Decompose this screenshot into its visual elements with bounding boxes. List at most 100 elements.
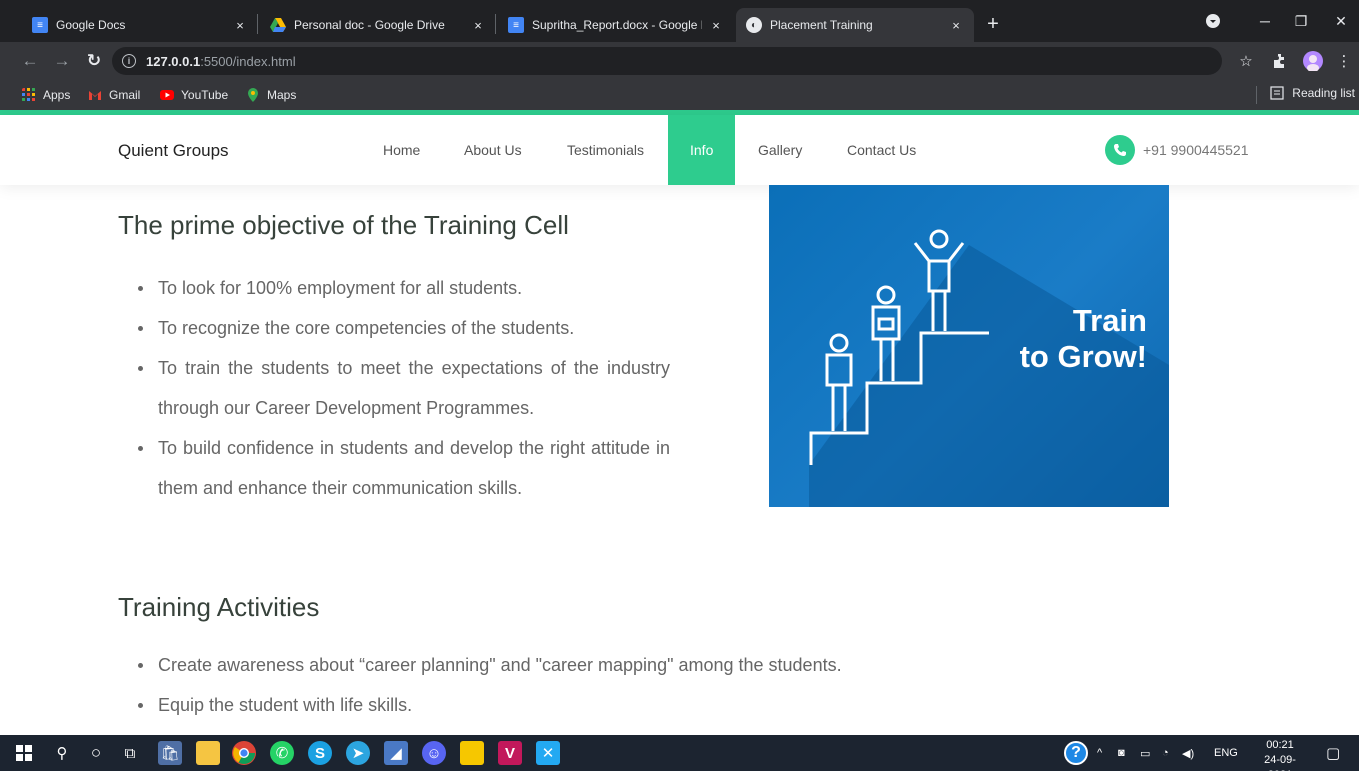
- new-tab-button[interactable]: +: [981, 12, 1005, 36]
- bookmarks-divider: [1256, 86, 1257, 104]
- reading-list-button[interactable]: Reading list: [1270, 86, 1355, 100]
- tab-separator: [495, 14, 496, 34]
- site-brand-logo[interactable]: Quient Groups: [118, 141, 229, 161]
- profile-avatar-icon[interactable]: [1303, 51, 1323, 71]
- close-icon[interactable]: ×: [708, 17, 724, 33]
- caption-line: Train: [1072, 303, 1147, 338]
- clock-date: 24-09-2021: [1264, 754, 1296, 781]
- cortana-icon[interactable]: ○: [84, 741, 108, 765]
- globe-icon: ◐: [746, 17, 762, 33]
- maps-icon: [248, 88, 258, 102]
- browser-toolbar: ← → ↻ i 127.0.0.1:5500/index.html ☆ ⋮: [0, 42, 1359, 80]
- bookmark-label: Gmail: [109, 88, 141, 102]
- docs-icon: ≡: [32, 17, 48, 33]
- vscode-icon[interactable]: ✕: [536, 741, 560, 765]
- activities-title: Training Activities: [118, 592, 320, 622]
- reload-icon[interactable]: ↻: [82, 49, 106, 73]
- tab-separator: [257, 14, 258, 34]
- language-indicator[interactable]: ENG: [1214, 735, 1238, 771]
- objective-title: The prime objective of the Training Cell: [118, 210, 569, 240]
- tab-search-icon[interactable]: [1198, 8, 1228, 34]
- notes-app-icon[interactable]: ◢: [384, 741, 408, 765]
- bookmark-label: Apps: [43, 88, 71, 102]
- tab-title: Supritha_Report.docx - Google D: [532, 18, 702, 32]
- list-item: To recognize the core competencies of th…: [136, 308, 670, 348]
- tab-google-docs[interactable]: ≡ Google Docs ×: [22, 8, 258, 42]
- nav-gallery[interactable]: Gallery: [736, 115, 824, 185]
- discord-icon[interactable]: ☺: [422, 741, 446, 765]
- drive-icon: [270, 17, 286, 33]
- bookmark-youtube[interactable]: YouTube: [160, 86, 228, 104]
- reading-list-icon: [1270, 86, 1284, 100]
- tray-chevron-icon[interactable]: ^: [1097, 735, 1102, 771]
- telegram-icon[interactable]: ➤: [346, 741, 370, 765]
- meet-now-icon[interactable]: ◙: [1118, 735, 1125, 771]
- url-path: :5500/index.html: [200, 53, 296, 69]
- back-icon[interactable]: ←: [18, 49, 42, 73]
- gmail-icon: [89, 91, 101, 100]
- address-bar[interactable]: i 127.0.0.1:5500/index.html: [112, 47, 1222, 75]
- train-to-grow-image: Train to Grow!: [769, 185, 1169, 507]
- caption-line: to Grow!: [1019, 339, 1147, 374]
- notifications-icon[interactable]: ▢: [1326, 735, 1340, 771]
- youtube-icon: [160, 90, 174, 100]
- tab-google-drive[interactable]: Personal doc - Google Drive ×: [260, 8, 496, 42]
- bookmark-maps[interactable]: Maps: [246, 86, 296, 104]
- task-view-icon[interactable]: ⧉: [118, 741, 142, 765]
- close-icon[interactable]: ×: [948, 17, 964, 33]
- bookmarks-bar: Apps Gmail YouTube Maps Reading list: [0, 80, 1359, 110]
- list-item: To look for 100% employment for all stud…: [136, 268, 670, 308]
- nav-contact-us[interactable]: Contact Us: [825, 115, 938, 185]
- bookmark-star-icon[interactable]: ☆: [1236, 51, 1256, 71]
- search-icon[interactable]: ⚲: [50, 741, 74, 765]
- train-to-grow-caption: Train to Grow!: [1020, 303, 1147, 375]
- nav-home[interactable]: Home: [361, 115, 442, 185]
- list-item: Create awareness about “career planning"…: [136, 645, 1036, 685]
- help-icon[interactable]: ?: [1064, 741, 1088, 765]
- web-page: Quient Groups Home About Us Testimonials…: [0, 110, 1359, 735]
- wifi-icon[interactable]: ◔: [1162, 735, 1169, 771]
- phone-number: +91 9900445521: [1143, 142, 1249, 158]
- whatsapp-icon[interactable]: ✆: [270, 741, 294, 765]
- reading-list-label: Reading list: [1292, 86, 1355, 100]
- system-clock[interactable]: 00:21 24-09-2021: [1252, 738, 1308, 783]
- close-icon[interactable]: ×: [470, 17, 486, 33]
- phone-contact[interactable]: +91 9900445521: [1105, 135, 1249, 165]
- windows-taskbar: ⚲ ○ ⧉ 🛍 ✆ S ➤ ◢ ☺ V ✕ ? ^ ◙ ▭ ◔ ◀) ENG 0…: [0, 735, 1359, 781]
- docs-icon: ≡: [508, 17, 524, 33]
- extensions-icon[interactable]: [1270, 51, 1290, 71]
- clock-time: 00:21: [1266, 739, 1294, 751]
- nav-about-us[interactable]: About Us: [442, 115, 544, 185]
- close-icon[interactable]: ×: [232, 17, 248, 33]
- tab-title: Personal doc - Google Drive: [294, 18, 445, 32]
- url-host: 127.0.0.1: [146, 53, 201, 69]
- close-window-icon[interactable]: ✕: [1326, 8, 1356, 34]
- chrome-icon[interactable]: [232, 741, 256, 765]
- store-icon[interactable]: 🛍: [158, 741, 182, 765]
- sticky-notes-icon[interactable]: [460, 741, 484, 765]
- bookmark-gmail[interactable]: Gmail: [88, 86, 140, 104]
- tab-title: Placement Training: [770, 18, 873, 32]
- site-info-icon[interactable]: i: [122, 54, 136, 68]
- tab-strip: ≡ Google Docs × Personal doc - Google Dr…: [0, 0, 1359, 42]
- minimize-icon[interactable]: ─: [1250, 8, 1280, 34]
- tab-placement-training[interactable]: ◐ Placement Training ×: [736, 8, 974, 42]
- phone-icon: [1105, 135, 1135, 165]
- windows-start-icon[interactable]: [12, 741, 36, 765]
- list-item: To train the students to meet the expect…: [136, 348, 670, 428]
- objective-list: To look for 100% employment for all stud…: [136, 268, 670, 508]
- battery-icon[interactable]: ▭: [1140, 735, 1150, 771]
- nav-info[interactable]: Info: [668, 115, 736, 185]
- nav-testimonials[interactable]: Testimonials: [545, 115, 666, 185]
- bookmark-apps[interactable]: Apps: [22, 86, 70, 104]
- skype-icon[interactable]: S: [308, 741, 332, 765]
- file-explorer-icon[interactable]: [196, 741, 220, 765]
- menu-kebab-icon[interactable]: ⋮: [1334, 51, 1354, 71]
- volume-icon[interactable]: ◀): [1182, 735, 1194, 771]
- activities-list: Create awareness about “career planning"…: [136, 645, 1036, 725]
- forward-icon[interactable]: →: [50, 49, 74, 73]
- vs-project-icon[interactable]: V: [498, 741, 522, 765]
- bookmark-label: Maps: [267, 88, 297, 102]
- tab-report-doc[interactable]: ≡ Supritha_Report.docx - Google D ×: [498, 8, 734, 42]
- restore-icon[interactable]: ❐: [1286, 8, 1316, 34]
